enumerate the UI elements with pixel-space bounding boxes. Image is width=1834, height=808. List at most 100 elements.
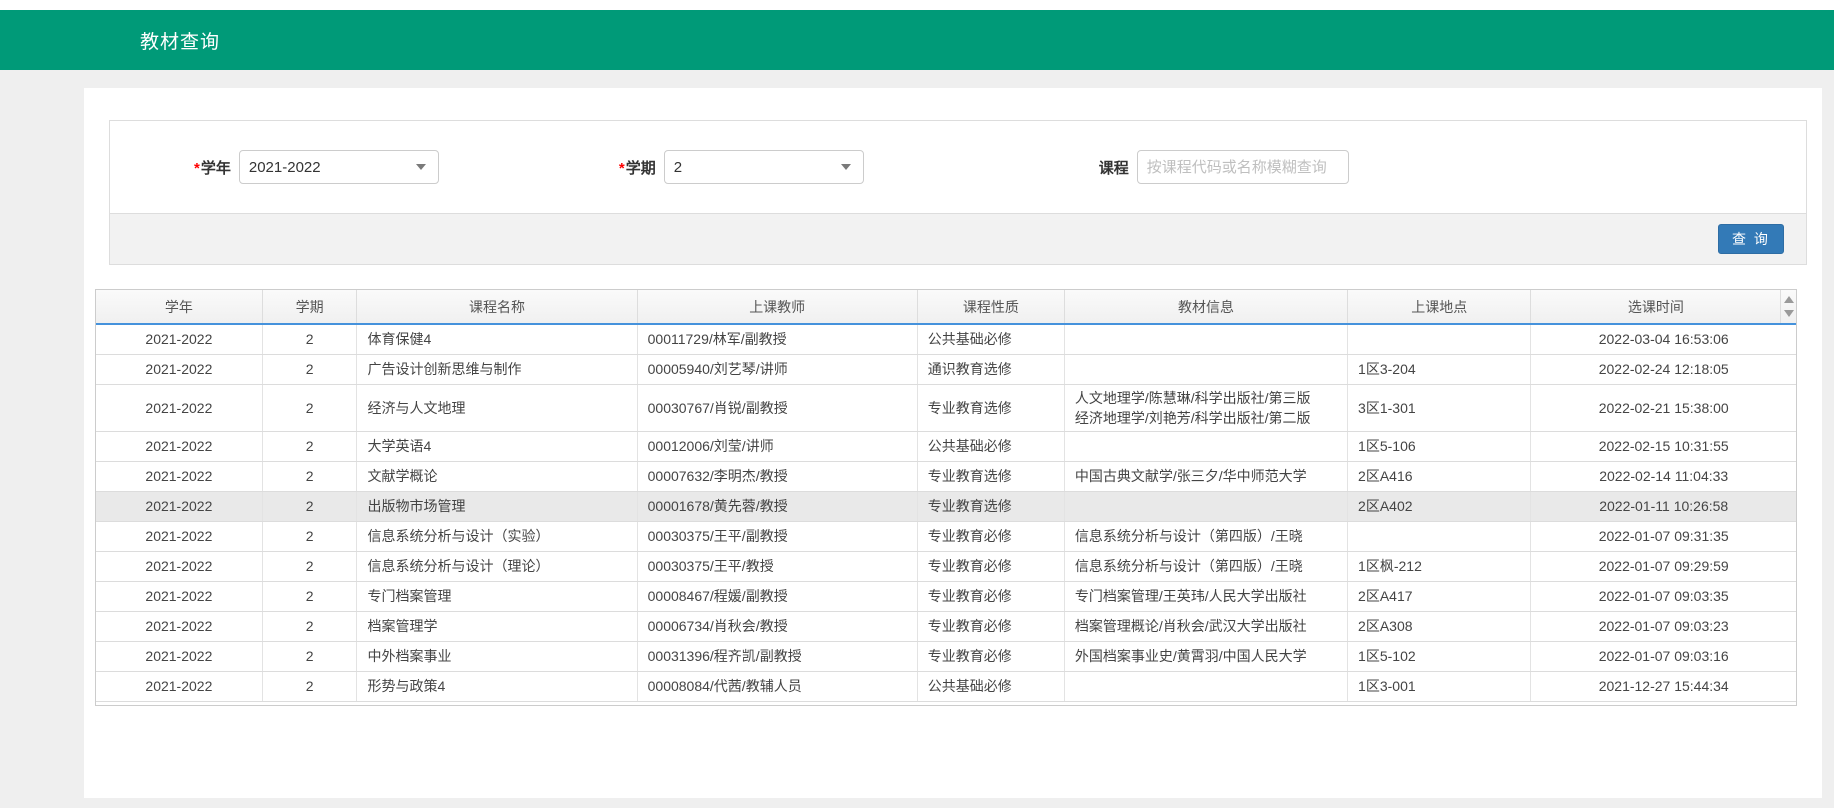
cell-teacher: 00007632/李明杰/教授 (637, 461, 917, 491)
cell-course-type: 专业教育选修 (917, 461, 1064, 491)
cell-course-type: 专业教育必修 (917, 641, 1064, 671)
cell-teacher: 00001678/黄先蓉/教授 (637, 491, 917, 521)
cell-teacher: 00012006/刘莹/讲师 (637, 431, 917, 461)
cell-term: 2 (262, 521, 357, 551)
cell-teacher: 00006734/肖秋会/教授 (637, 611, 917, 641)
cell-course-name: 形势与政策4 (357, 671, 637, 701)
cell-course-type: 专业教育必修 (917, 551, 1064, 581)
cell-course-name: 经济与人文地理 (357, 384, 637, 431)
cell-course-name: 广告设计创新思维与制作 (357, 354, 637, 384)
cell-textbook-info (1064, 491, 1347, 521)
cell-term: 2 (262, 461, 357, 491)
cell-selection-time: 2022-03-04 16:53:06 (1531, 324, 1796, 354)
cell-term: 2 (262, 641, 357, 671)
cell-selection-time: 2022-02-21 15:38:00 (1531, 384, 1796, 431)
cell-class-location: 2区A308 (1348, 611, 1531, 641)
table-row[interactable]: 2021-2022 2 信息系统分析与设计（理论） 00030375/王平/教授… (96, 551, 1796, 581)
cell-course-name: 文献学概论 (357, 461, 637, 491)
cell-teacher: 00008084/代茜/教辅人员 (637, 671, 917, 701)
cell-textbook-info: 人文地理学/陈慧琳/科学出版社/第三版经济地理学/刘艳芳/科学出版社/第二版 (1064, 384, 1347, 431)
cell-course-type: 通识教育选修 (917, 354, 1064, 384)
top-strip (0, 0, 1834, 10)
cell-course-name: 专门档案管理 (357, 581, 637, 611)
scroll-up-icon[interactable] (1784, 296, 1794, 303)
cell-selection-time: 2022-01-07 09:29:59 (1531, 551, 1796, 581)
table-row[interactable]: 2021-2022 2 专门档案管理 00008467/程媛/副教授 专业教育必… (96, 581, 1796, 611)
page-panel: *学年 2021-2022 * 学期 2 课程 查 询 (84, 88, 1822, 798)
cell-year: 2021-2022 (96, 641, 262, 671)
cell-selection-time: 2022-01-07 09:03:23 (1531, 611, 1796, 641)
cell-class-location: 2区A402 (1348, 491, 1531, 521)
cell-teacher: 00031396/程齐凯/副教授 (637, 641, 917, 671)
table-row[interactable]: 2021-2022 2 体育保健4 00011729/林军/副教授 公共基础必修… (96, 324, 1796, 354)
year-select[interactable]: 2021-2022 (239, 150, 439, 184)
required-asterisk: * (619, 160, 625, 177)
cell-year: 2021-2022 (96, 491, 262, 521)
cell-year: 2021-2022 (96, 671, 262, 701)
term-select[interactable]: 2 (664, 150, 864, 184)
cell-class-location: 3区1-301 (1348, 384, 1531, 431)
table-row[interactable]: 2021-2022 2 出版物市场管理 00001678/黄先蓉/教授 专业教育… (96, 491, 1796, 521)
chevron-down-icon (416, 164, 426, 170)
table-row[interactable]: 2021-2022 2 形势与政策4 00008084/代茜/教辅人员 公共基础… (96, 671, 1796, 701)
table-row[interactable]: 2021-2022 2 中外档案事业 00031396/程齐凯/副教授 专业教育… (96, 641, 1796, 671)
cell-course-type: 专业教育必修 (917, 611, 1064, 641)
cell-term: 2 (262, 551, 357, 581)
cell-term: 2 (262, 611, 357, 641)
cell-textbook-info (1064, 324, 1347, 354)
table-row[interactable]: 2021-2022 2 经济与人文地理 00030767/肖锐/副教授 专业教育… (96, 384, 1796, 431)
cell-class-location: 2区A417 (1348, 581, 1531, 611)
cell-teacher: 00030375/王平/教授 (637, 551, 917, 581)
column-header-2: 学期 (262, 290, 357, 324)
column-header-1: 学年 (96, 290, 262, 324)
cell-course-name: 信息系统分析与设计（实验） (357, 521, 637, 551)
table-row[interactable]: 2021-2022 2 信息系统分析与设计（实验） 00030375/王平/副教… (96, 521, 1796, 551)
cell-teacher: 00011729/林军/副教授 (637, 324, 917, 354)
cell-textbook-info: 中国古典文献学/张三夕/华中师范大学 (1064, 461, 1347, 491)
course-input[interactable] (1137, 150, 1349, 184)
cell-selection-time: 2022-01-11 10:26:58 (1531, 491, 1796, 521)
cell-course-type: 公共基础必修 (917, 431, 1064, 461)
cell-course-name: 大学英语4 (357, 431, 637, 461)
filter-footer: 查 询 (110, 213, 1806, 264)
cell-class-location: 1区枫-212 (1348, 551, 1531, 581)
course-label: 课程 (1099, 157, 1129, 178)
cell-textbook-info: 外国档案事业史/黄霄羽/中国人民大学 (1064, 641, 1347, 671)
results-table: 学年学期课程名称上课教师课程性质教材信息上课地点选课时间 2021-2022 2… (96, 290, 1796, 702)
cell-class-location (1348, 521, 1531, 551)
cell-term: 2 (262, 431, 357, 461)
table-row[interactable]: 2021-2022 2 文献学概论 00007632/李明杰/教授 专业教育选修… (96, 461, 1796, 491)
cell-class-location: 2区A416 (1348, 461, 1531, 491)
table-row[interactable]: 2021-2022 2 大学英语4 00012006/刘莹/讲师 公共基础必修 … (96, 431, 1796, 461)
page-title: 教材查询 (140, 27, 220, 54)
table-row[interactable]: 2021-2022 2 档案管理学 00006734/肖秋会/教授 专业教育必修… (96, 611, 1796, 641)
cell-course-name: 出版物市场管理 (357, 491, 637, 521)
cell-textbook-info: 信息系统分析与设计（第四版）/王晓 (1064, 521, 1347, 551)
cell-course-type: 专业教育选修 (917, 491, 1064, 521)
cell-selection-time: 2022-02-15 10:31:55 (1531, 431, 1796, 461)
cell-year: 2021-2022 (96, 354, 262, 384)
cell-course-name: 中外档案事业 (357, 641, 637, 671)
app-header: 教材查询 (0, 10, 1834, 70)
cell-course-type: 专业教育选修 (917, 384, 1064, 431)
cell-course-type: 专业教育必修 (917, 521, 1064, 551)
cell-term: 2 (262, 324, 357, 354)
cell-course-name: 档案管理学 (357, 611, 637, 641)
table-body: 2021-2022 2 体育保健4 00011729/林军/副教授 公共基础必修… (96, 324, 1796, 701)
cell-class-location: 1区3-001 (1348, 671, 1531, 701)
table-row[interactable]: 2021-2022 2 广告设计创新思维与制作 00005940/刘艺琴/讲师 … (96, 354, 1796, 384)
table-scrollbar[interactable] (1781, 290, 1796, 324)
scroll-down-icon[interactable] (1784, 310, 1794, 317)
cell-term: 2 (262, 671, 357, 701)
table-header-row: 学年学期课程名称上课教师课程性质教材信息上课地点选课时间 (96, 290, 1796, 324)
cell-course-name: 体育保健4 (357, 324, 637, 354)
column-header-4: 上课教师 (637, 290, 917, 324)
cell-year: 2021-2022 (96, 324, 262, 354)
cell-term: 2 (262, 491, 357, 521)
column-header-7: 上课地点 (1348, 290, 1531, 324)
cell-selection-time: 2022-01-07 09:03:16 (1531, 641, 1796, 671)
cell-class-location: 1区3-204 (1348, 354, 1531, 384)
cell-class-location: 1区5-106 (1348, 431, 1531, 461)
year-label: *学年 (194, 157, 231, 178)
search-button[interactable]: 查 询 (1718, 224, 1784, 254)
